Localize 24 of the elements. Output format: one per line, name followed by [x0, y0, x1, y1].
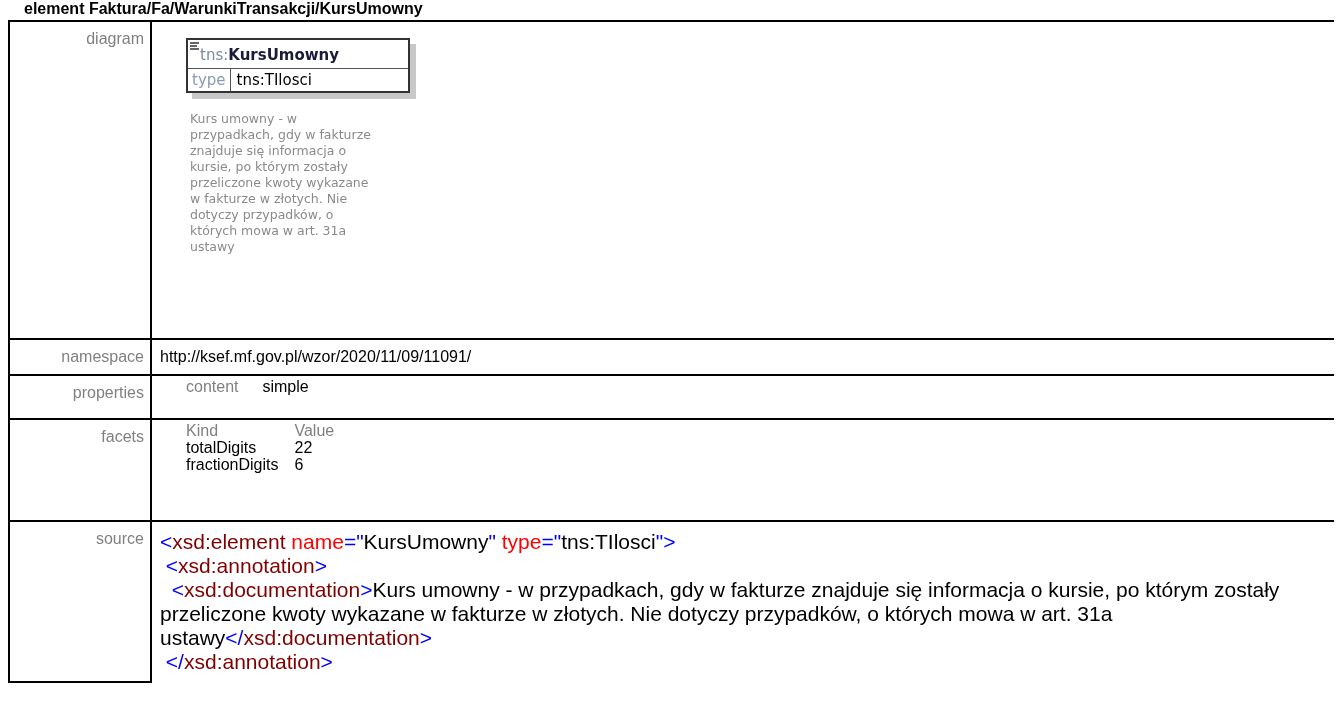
type-label: type [188, 69, 231, 91]
facet-value: 22 [294, 439, 314, 456]
source-line: </xsd:annotation> [164, 650, 334, 674]
row-label: source [9, 521, 151, 682]
source-line: <xsd:annotation> [164, 554, 328, 578]
row-label: facets [9, 419, 151, 521]
column-header: Value [294, 422, 336, 439]
type-value: tns:TIlosci [235, 70, 313, 91]
list-icon [190, 42, 199, 50]
row-label: diagram [9, 21, 151, 339]
documentation-text: Kurs umowny - w przypadkach, gdy w fakturze znajduje się informacja o kursie, po którym zostały przeliczone kwoty wykazane w fakturze w złotych. Nie dotyczy przypadków, o których mowa w art. 31a ustawy [190, 111, 372, 255]
property-name: content [186, 378, 239, 396]
source-line: <xsd:element name="KursUmowny" type="tns:TIlosci"> [160, 530, 677, 554]
element-name: tns:KursUmowny [188, 40, 408, 69]
row-label: properties [9, 375, 151, 419]
source-line: <xsd:documentation>Kurs umowny - w przypadkach, gdy w fakturze znajduje się informacja o kursie, po którym zostały przeliczone kwoty wykazane w fakturze w złotych. Nie dotyczy przypadków, o których mowa w art. 31a ustawy</xsd:documentation> [160, 578, 1281, 650]
property-value: simple [262, 378, 309, 396]
facet-value: 6 [294, 456, 305, 473]
namespace-value: http://ksef.mf.gov.pl/wzor/2020/11/09/11091/ [160, 348, 472, 365]
column-header: Kind [186, 422, 295, 439]
facet-kind: fractionDigits [186, 456, 280, 473]
page-heading: element Faktura/Fa/WarunkiTransakcji/KursUmowny [23, 0, 424, 19]
facet-kind: totalDigits [186, 439, 258, 456]
row-label: namespace [9, 339, 151, 375]
